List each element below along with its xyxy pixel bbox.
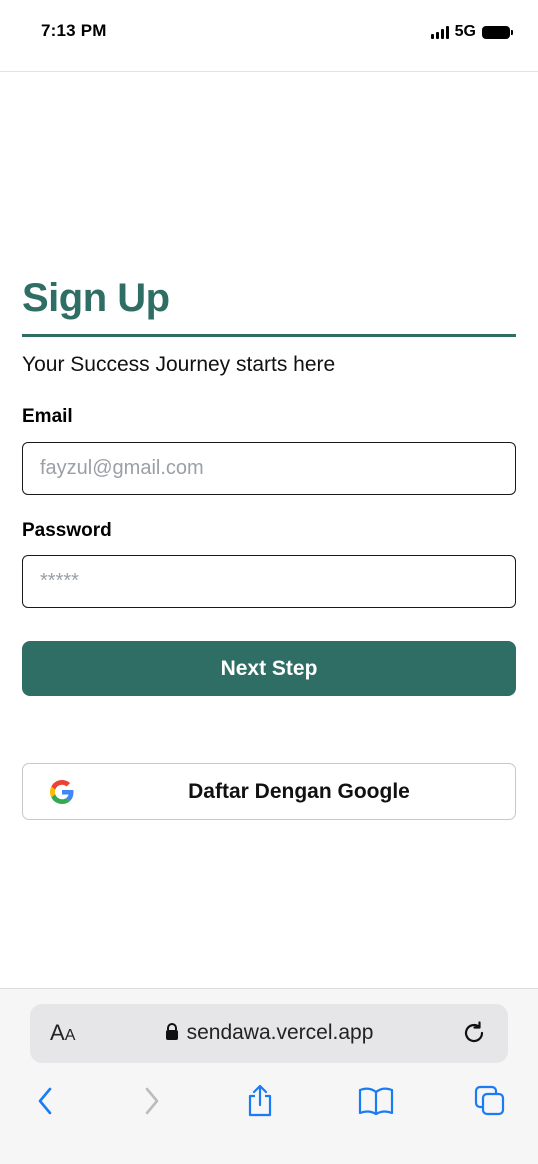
title-divider (22, 334, 516, 337)
page-subtitle: Your Success Journey starts here (22, 353, 336, 376)
email-label: Email (22, 406, 73, 427)
forward-icon (145, 1087, 159, 1115)
address-bar[interactable]: AA sendawa.vercel.app (30, 1004, 508, 1063)
lock-icon (165, 1023, 178, 1040)
email-field[interactable] (22, 442, 516, 495)
phone-screen: 7:13 PM 5G Sign Up Your Success Journey … (0, 0, 538, 1164)
status-time: 7:13 PM (41, 21, 107, 40)
url-text: sendawa.vercel.app (186, 1021, 374, 1044)
page-title: Sign Up (22, 276, 170, 320)
browser-toolbar: AA sendawa.vercel.app (0, 988, 538, 1164)
forward-button[interactable] (131, 1081, 171, 1121)
reload-icon[interactable] (460, 1019, 488, 1047)
share-button[interactable] (240, 1081, 280, 1121)
password-field[interactable] (22, 555, 516, 608)
browser-nav-toolbar (0, 1081, 538, 1121)
status-indicators: 5G (430, 23, 513, 41)
network-type: 5G (454, 23, 476, 40)
share-icon (248, 1084, 272, 1117)
tabs-button[interactable] (470, 1081, 510, 1121)
bookmarks-icon (358, 1087, 394, 1116)
google-button-label: Daftar Dengan Google (188, 780, 410, 803)
back-button[interactable] (26, 1081, 66, 1121)
status-bar: 7:13 PM 5G (0, 0, 538, 72)
password-label: Password (22, 520, 112, 541)
next-step-button[interactable]: Next Step (22, 641, 516, 696)
signal-icon (430, 25, 449, 39)
back-icon (38, 1087, 52, 1115)
google-signup-button[interactable]: Daftar Dengan Google (22, 763, 516, 820)
battery-icon (482, 25, 513, 39)
tabs-icon (474, 1085, 505, 1116)
url-display[interactable]: sendawa.vercel.app (30, 1021, 508, 1045)
bookmarks-button[interactable] (356, 1081, 396, 1121)
